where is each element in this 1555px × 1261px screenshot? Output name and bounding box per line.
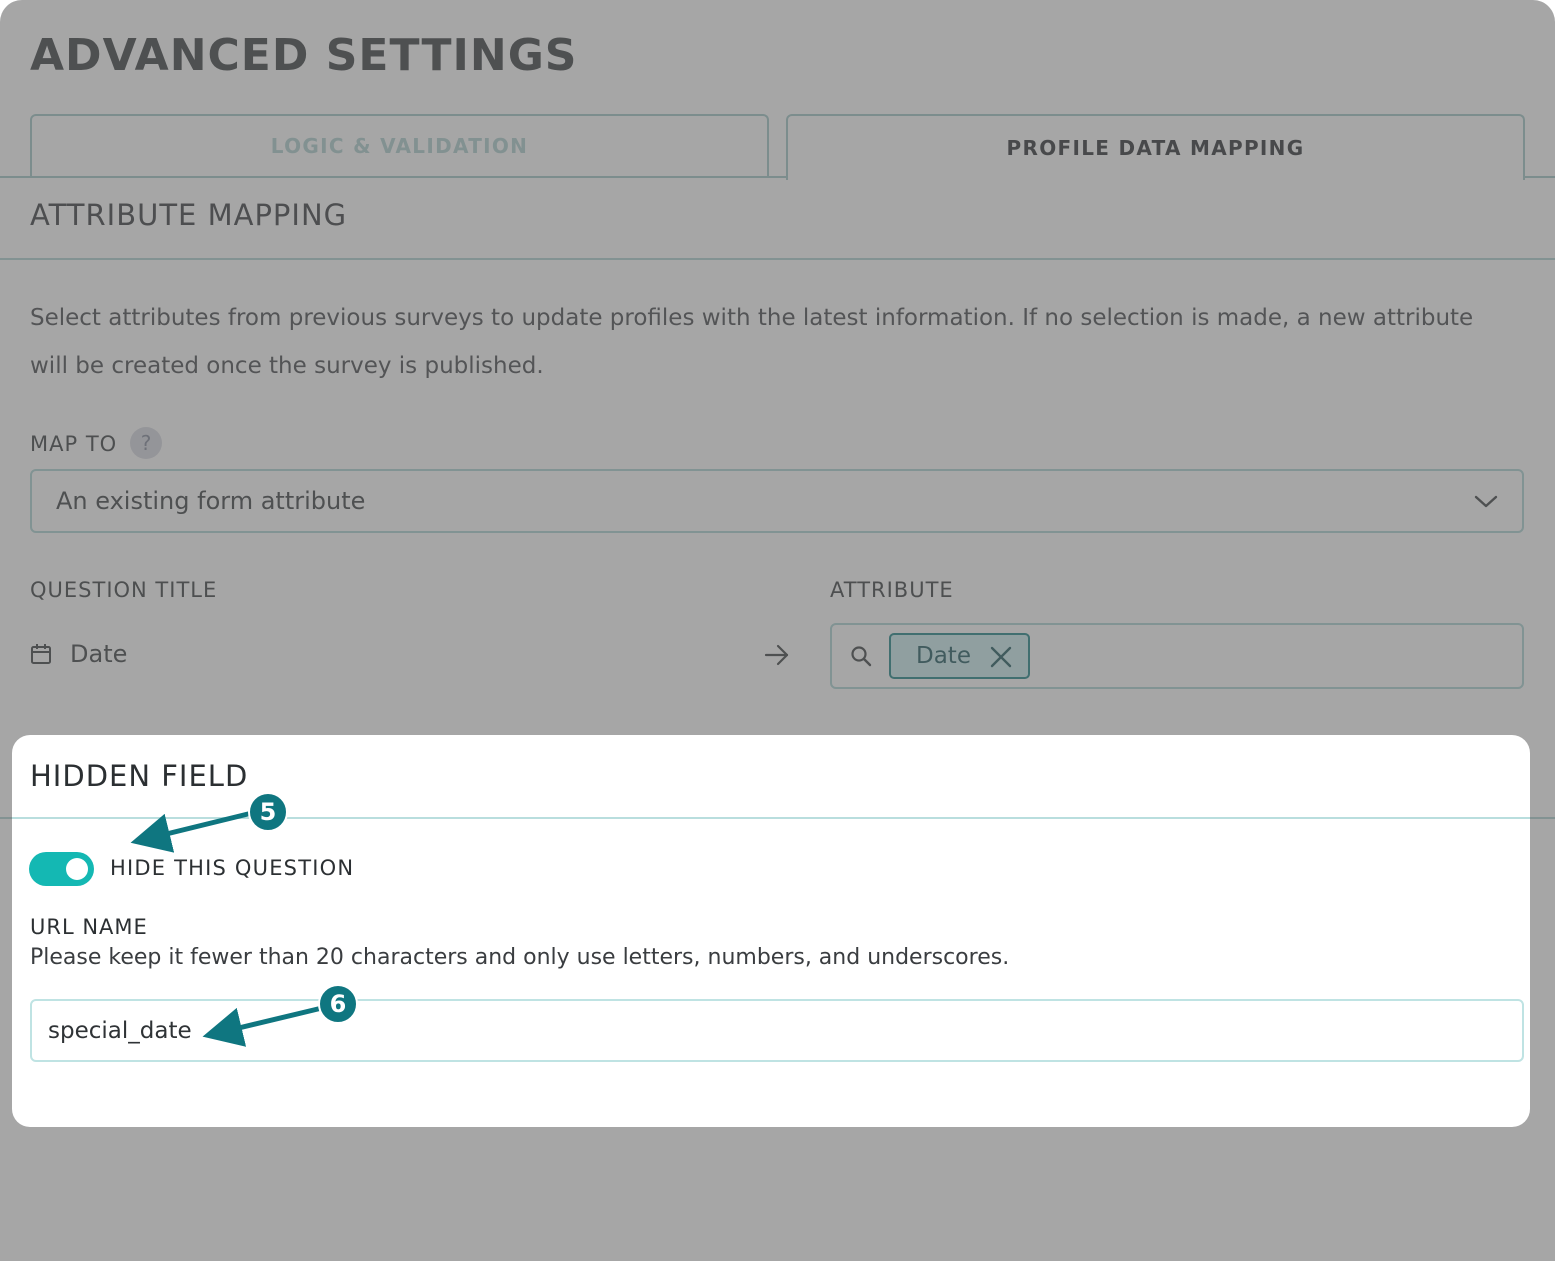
map-to-label: MAP TO — [30, 432, 118, 456]
attribute-chip-label: Date — [916, 643, 971, 669]
arrow-right-icon — [764, 642, 790, 672]
question-title-label: QUESTION TITLE — [30, 578, 218, 602]
url-name-help: Please keep it fewer than 20 characters … — [30, 945, 1010, 970]
section-divider — [0, 258, 1555, 260]
map-to-value: An existing form attribute — [56, 487, 366, 515]
annotation-badge-5: 5 — [248, 792, 288, 832]
hidden-field-section: HIDDEN FIELD HIDE THIS QUESTION URL NAME… — [12, 735, 1530, 1127]
hide-question-label: HIDE THIS QUESTION — [110, 856, 355, 880]
toggle-knob — [66, 858, 88, 880]
search-icon — [850, 645, 872, 671]
hidden-field-divider-line — [12, 817, 1530, 819]
url-name-label: URL NAME — [30, 915, 148, 939]
attribute-mapping-title: ATTRIBUTE MAPPING — [30, 198, 348, 232]
hidden-field-title: HIDDEN FIELD — [30, 759, 249, 793]
url-name-input[interactable] — [30, 999, 1524, 1062]
chevron-down-icon — [1474, 487, 1498, 515]
attribute-search-input[interactable]: Date — [830, 623, 1524, 689]
map-to-select[interactable]: An existing form attribute — [30, 469, 1524, 533]
attribute-mapping-description: Select attributes from previous surveys … — [30, 305, 1474, 379]
close-icon[interactable] — [990, 646, 1012, 674]
question-text: Date — [70, 640, 128, 668]
attribute-label: ATTRIBUTE — [830, 578, 954, 602]
hide-question-toggle[interactable] — [29, 852, 94, 886]
tab-logic-validation[interactable]: LOGIC & VALIDATION — [30, 114, 769, 176]
page-title: ADVANCED SETTINGS — [30, 30, 578, 81]
attribute-chip: Date — [889, 633, 1030, 679]
help-icon[interactable]: ? — [130, 427, 162, 459]
tab-profile-data-mapping[interactable]: PROFILE DATA MAPPING — [786, 114, 1525, 180]
annotation-badge-6: 6 — [318, 984, 358, 1024]
question-row: Date — [30, 640, 127, 668]
calendar-icon — [30, 643, 52, 665]
